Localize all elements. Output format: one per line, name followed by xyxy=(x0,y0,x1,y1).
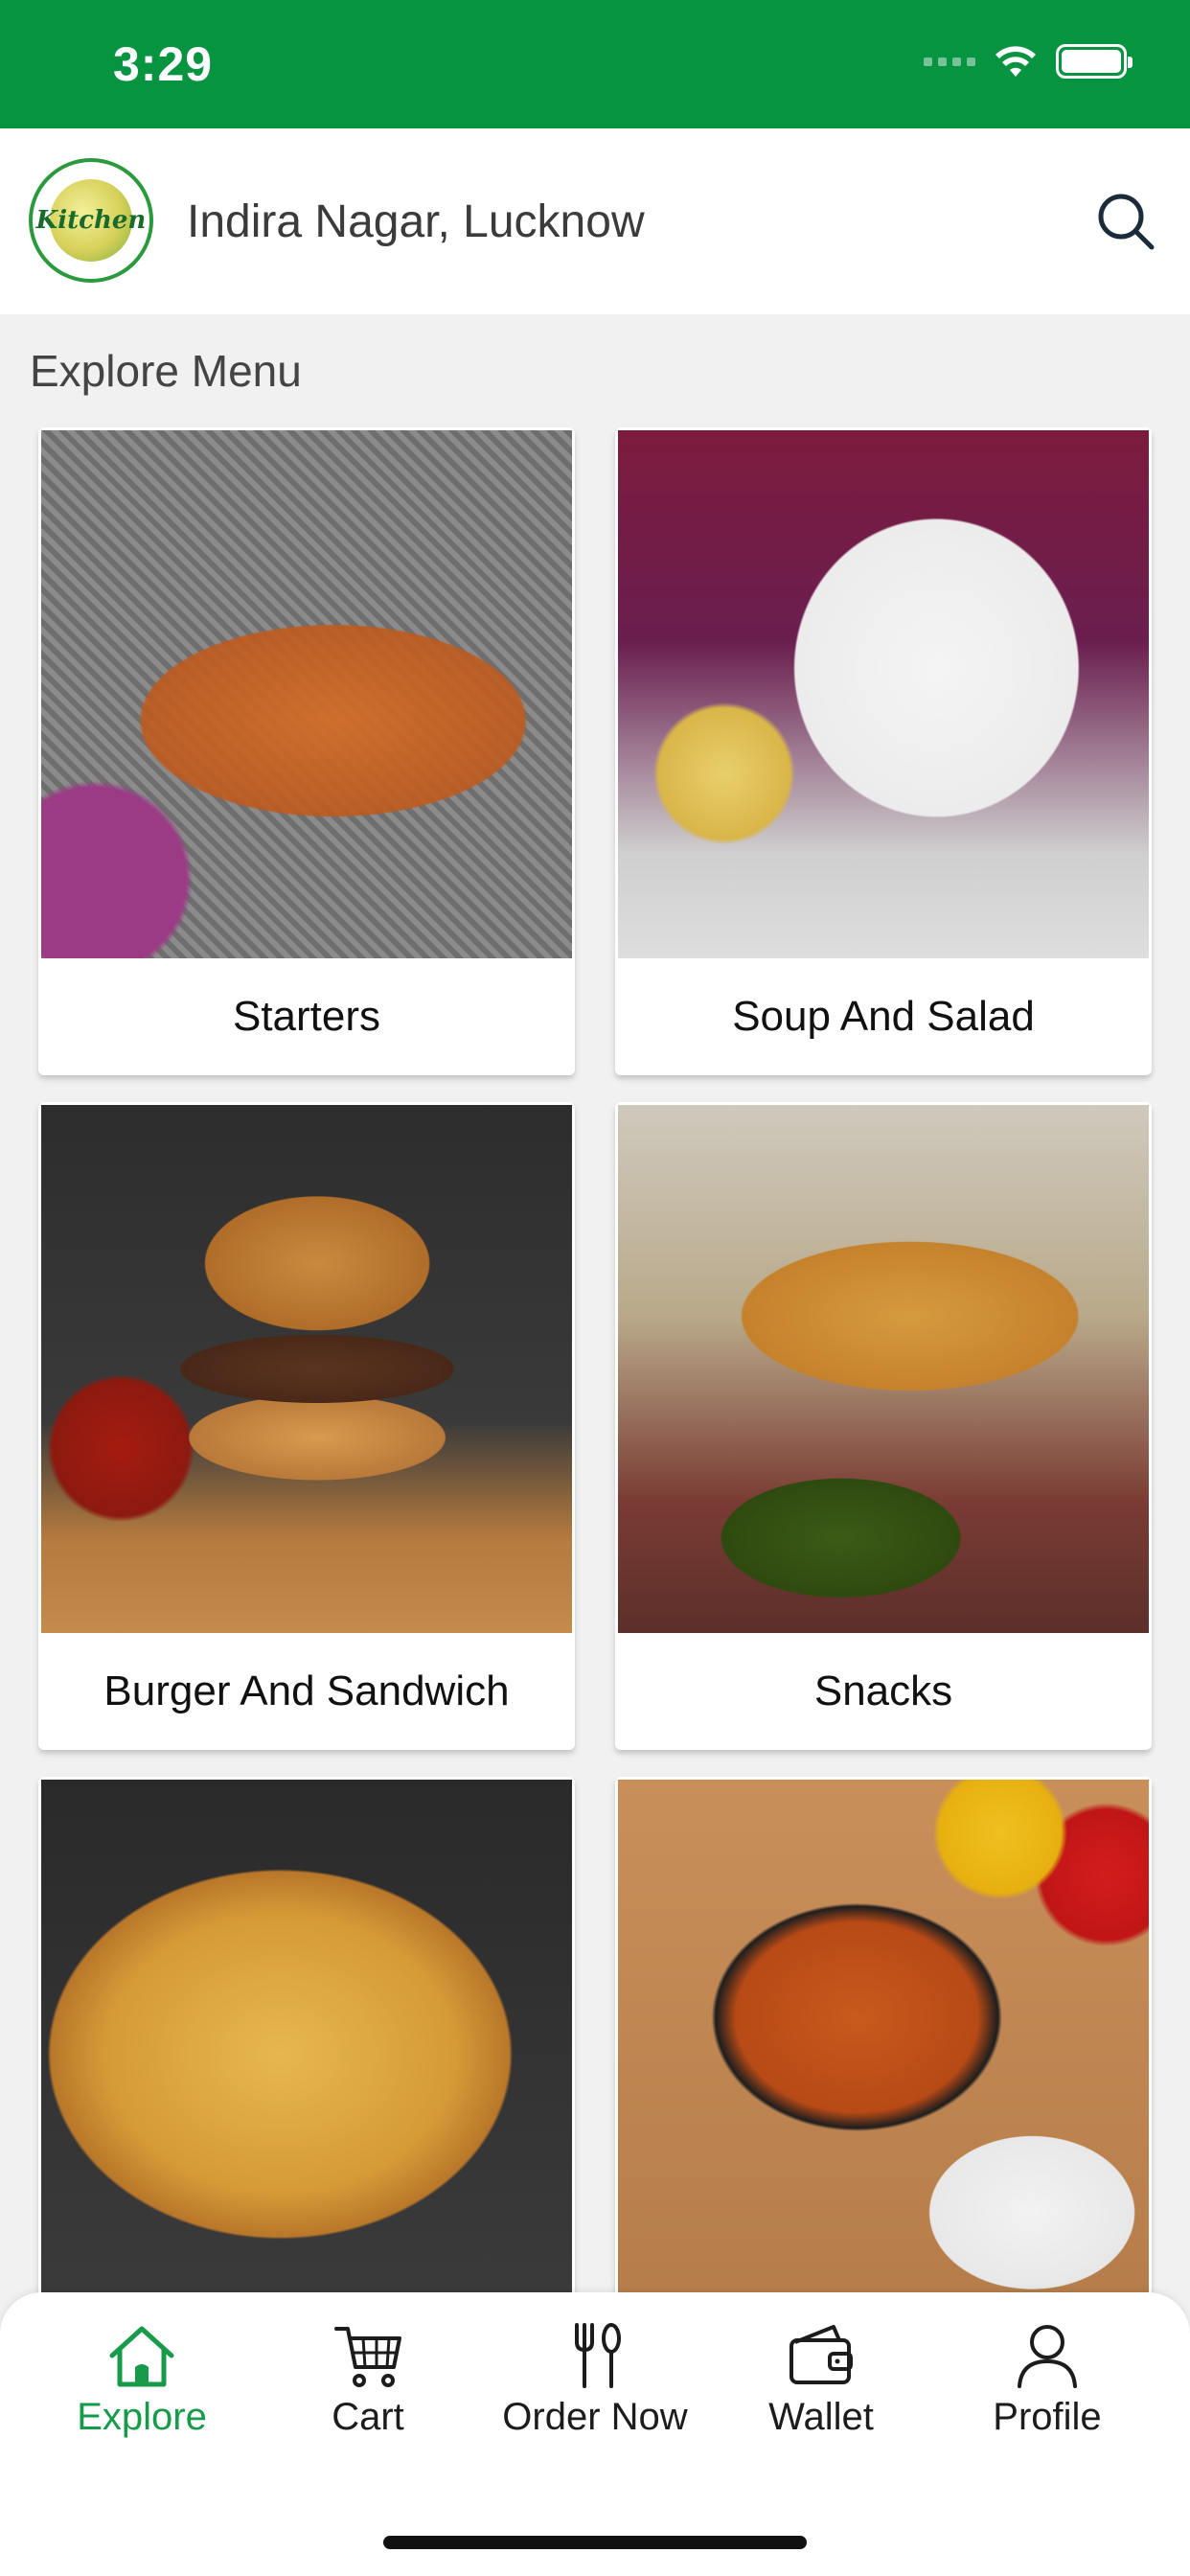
status-time: 3:29 xyxy=(113,37,214,91)
menu-card-burger-and-sandwich[interactable]: Burger And Sandwich xyxy=(38,1102,575,1750)
menu-card-starters[interactable]: Starters xyxy=(38,427,575,1075)
location-text[interactable]: Indira Nagar, Lucknow xyxy=(187,196,645,248)
tab-explore[interactable]: Explore xyxy=(36,2321,247,2446)
wifi-icon xyxy=(995,46,1036,77)
bottom-tab-bar: Explore Cart Order Now Wallet Profile xyxy=(0,2292,1190,2576)
home-icon xyxy=(109,2326,174,2387)
home-indicator[interactable] xyxy=(383,2536,807,2549)
signal-icon xyxy=(924,57,975,66)
search-button[interactable] xyxy=(1094,190,1157,253)
starters-image xyxy=(41,430,572,958)
tab-cart[interactable]: Cart xyxy=(263,2321,473,2446)
app-header: Kitchen Indira Nagar, Lucknow xyxy=(0,128,1190,314)
search-icon xyxy=(1098,194,1155,250)
menu-card-label: Burger And Sandwich xyxy=(103,1668,510,1714)
cart-icon xyxy=(334,2327,401,2387)
user-icon xyxy=(1018,2325,1077,2388)
soup-and-salad-image xyxy=(618,430,1149,958)
main-course-image xyxy=(618,1780,1149,2308)
tab-label: Cart xyxy=(332,2396,404,2438)
tab-label: Wallet xyxy=(768,2396,874,2438)
tab-profile[interactable]: Profile xyxy=(942,2321,1153,2446)
tab-label: Order Now xyxy=(502,2396,688,2438)
menu-card-soup-and-salad[interactable]: Soup And Salad xyxy=(615,427,1152,1075)
logo-text: Kitchen xyxy=(35,206,147,235)
fork-spoon-icon xyxy=(575,2323,621,2388)
status-bar: 3:29 xyxy=(0,0,1190,128)
battery-icon xyxy=(1056,44,1133,79)
pizza-image xyxy=(41,1780,572,2308)
menu-card-label: Soup And Salad xyxy=(732,993,1035,1040)
status-icons xyxy=(924,44,1133,79)
menu-card-snacks[interactable]: Snacks xyxy=(615,1102,1152,1750)
tab-label: Explore xyxy=(77,2396,207,2438)
burger-and-sandwich-image xyxy=(41,1105,572,1633)
menu-card-label: Snacks xyxy=(813,1668,953,1714)
wallet-icon xyxy=(790,2325,853,2384)
tab-label: Profile xyxy=(993,2396,1102,2438)
tab-order-now[interactable]: Order Now xyxy=(490,2321,700,2446)
snacks-image xyxy=(618,1105,1149,1633)
menu-card-label: Starters xyxy=(232,993,381,1040)
section-title: Explore Menu xyxy=(30,346,302,396)
kitchen-logo[interactable]: Kitchen xyxy=(29,158,153,283)
tab-wallet[interactable]: Wallet xyxy=(716,2321,927,2446)
